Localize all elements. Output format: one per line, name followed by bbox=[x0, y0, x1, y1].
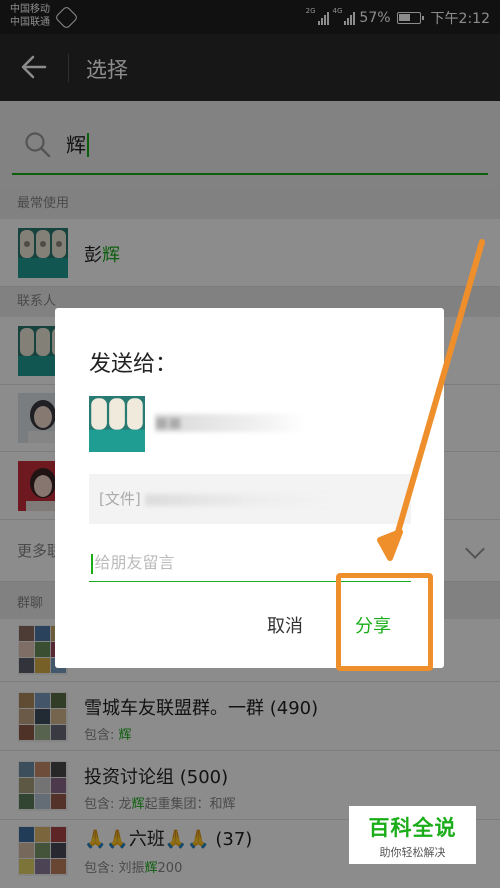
watermark-logo: 百科全说 助你轻松解决 bbox=[349, 806, 476, 864]
pointer-arrow-icon bbox=[377, 239, 485, 561]
watermark-subtitle: 助你轻松解决 bbox=[379, 846, 446, 859]
watermark-title: 百科全说 bbox=[368, 816, 457, 840]
